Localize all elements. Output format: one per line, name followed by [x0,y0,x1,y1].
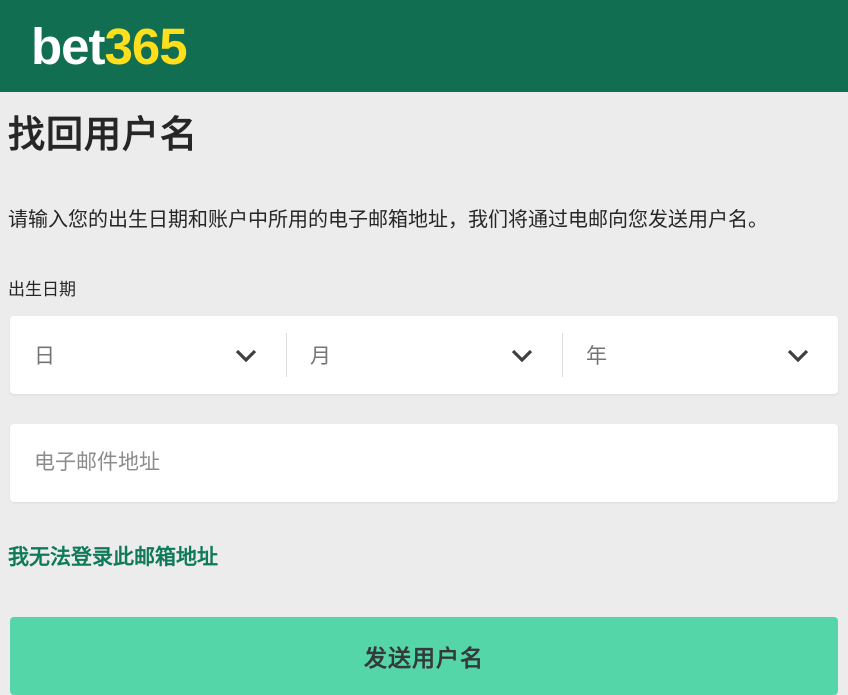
instruction-text: 请输入您的出生日期和账户中所用的电子邮箱地址，我们将通过电邮向您发送用户名。 [8,207,840,233]
cant-access-email-link[interactable]: 我无法登录此邮箱地址 [8,541,218,571]
send-username-button[interactable]: 发送用户名 [10,617,838,695]
date-of-birth-label: 出生日期 [8,275,840,300]
chevron-down-icon [787,349,809,362]
app-header: bet365 [0,0,848,92]
chevron-down-icon [235,349,257,362]
chevron-down-icon [511,349,533,362]
email-address-input[interactable] [10,424,838,502]
month-select-placeholder: 月 [310,340,331,370]
day-select[interactable]: 日 [10,316,286,394]
year-select-placeholder: 年 [586,340,607,370]
year-select[interactable]: 年 [562,316,838,394]
page-title: 找回用户名 [8,104,840,158]
date-of-birth-row: 日 月 年 [10,316,838,394]
logo-365-text: 365 [105,18,187,75]
month-select[interactable]: 月 [286,316,562,394]
day-select-placeholder: 日 [34,340,55,370]
logo-bet-text: bet [31,18,105,75]
bet365-logo[interactable]: bet365 [31,21,187,72]
